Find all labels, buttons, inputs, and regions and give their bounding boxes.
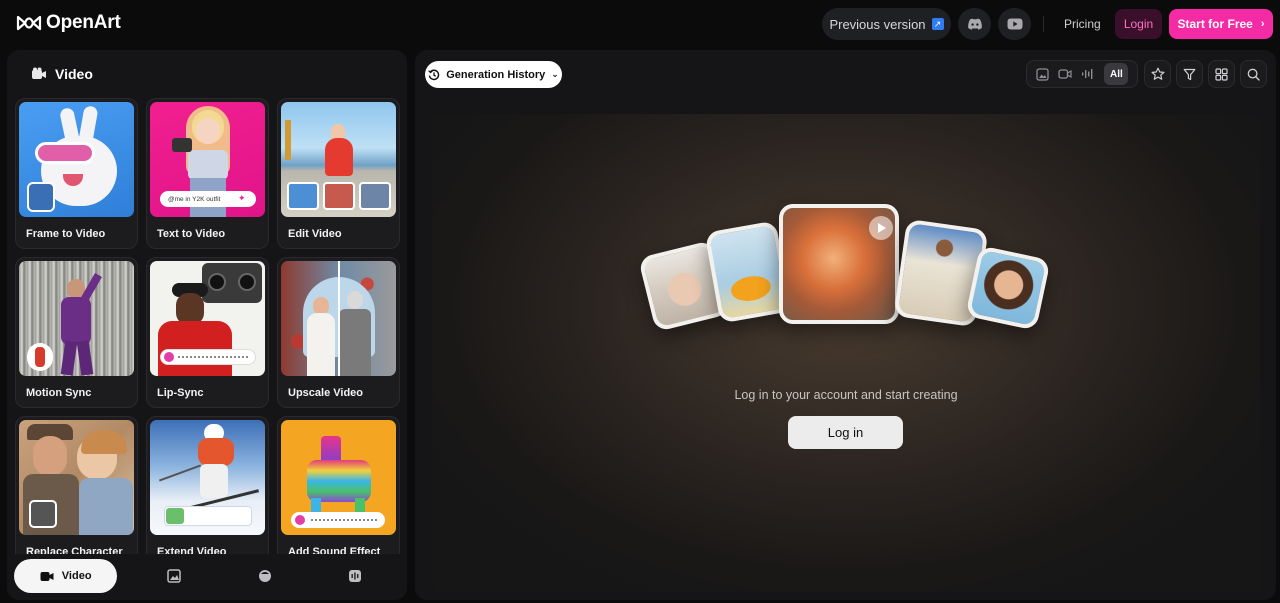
grid-view-button[interactable] [1208,60,1235,88]
tool-card-edit-video[interactable]: Edit Video [277,98,400,249]
thumbnail-y2k-girl: @me in Y2K outfit ✦ [150,102,265,217]
panel-title: Video [31,66,93,82]
logo-text: OpenArt [46,12,121,33]
search-icon [1247,68,1260,81]
discord-icon [967,18,982,30]
thumbnail-kiss [19,420,134,535]
logo-mark-icon [16,15,42,31]
youtube-icon [1007,18,1022,30]
tool-card-label: Lip-Sync [157,387,204,399]
sparkle-icon: ✦ [238,193,246,203]
header-divider [1043,16,1044,32]
thumbnail-skier [150,420,265,535]
tool-card-label: Replace Character [26,546,123,554]
header-login-button[interactable]: Login [1115,9,1162,39]
thumbnail-road-dancer [281,102,396,217]
external-link-icon: ↗ [931,18,944,30]
tab-image[interactable] [129,559,219,593]
discord-button[interactable] [958,8,991,40]
thumbnail-boombox [150,261,265,376]
chevron-down-icon: ⌄ [551,69,559,79]
start-for-free-button[interactable]: Start for Free › [1169,9,1273,39]
filter-button[interactable] [1176,60,1203,88]
media-filter-group: All [1026,60,1138,88]
panel-title-text: Video [55,66,93,82]
tool-card-label: Extend Video [157,546,227,554]
star-icon [1151,67,1164,80]
tool-card-label: Motion Sync [26,387,92,399]
tool-card-add-sound-effect[interactable]: Add Sound Effect [277,416,400,554]
tool-card-text-to-video[interactable]: @me in Y2K outfit ✦ Text to Video [146,98,269,249]
main-panel: Generation History ⌄ All Log in to your … [415,50,1276,600]
tool-card-extend-video[interactable]: Extend Video [146,416,269,554]
tab-audio[interactable] [310,559,400,593]
tool-card-label: Text to Video [157,228,226,240]
thumbnail-disco-dancer [19,261,134,376]
filter-image-icon[interactable] [1035,67,1049,81]
preview-video-thumbnail [779,204,899,324]
tab-face[interactable] [220,559,310,593]
empty-state-message: Log in to your account and start creatin… [734,388,958,402]
generation-history-label: Generation History [446,68,546,81]
search-button[interactable] [1240,60,1267,88]
tool-card-label: Frame to Video [26,228,106,240]
tool-card-frame-to-video[interactable]: Frame to Video [15,98,138,249]
tool-card-replace-character[interactable]: Replace Character [15,416,138,554]
video-icon [40,571,54,581]
previous-version-label: Previous version [829,16,926,32]
image-icon [167,569,182,583]
login-button[interactable]: Log in [788,416,903,449]
video-camera-icon [32,67,46,79]
previous-version-button[interactable]: Previous version ↗ [822,8,951,40]
filter-all-button[interactable]: All [1104,63,1129,85]
thumbnail-wedding [281,261,396,376]
tool-card-label: Edit Video [288,228,342,240]
funnel-icon [1183,68,1196,80]
preview-photo-curly-woman [965,245,1051,331]
tool-card-label: Upscale Video [288,387,363,399]
filter-audio-icon[interactable] [1081,68,1095,80]
empty-state-stage: Log in to your account and start creatin… [432,114,1260,592]
play-icon [869,216,893,240]
preview-photo-stack [432,114,1260,592]
filter-video-icon[interactable] [1058,68,1072,80]
favorites-button[interactable] [1144,60,1171,88]
tab-video-label: Video [61,570,92,582]
face-icon [258,570,271,582]
start-for-free-label: Start for Free [1177,17,1253,31]
grid-icon [1215,67,1228,81]
media-type-tabs: Video [14,557,400,595]
audio-icon [348,570,361,582]
chevron-right-icon: › [1260,18,1265,30]
tool-grid: Frame to Video @me in Y2K outfit ✦ Text … [15,98,401,554]
openart-logo[interactable]: OpenArt [16,12,121,34]
tool-card-motion-sync[interactable]: Motion Sync [15,257,138,408]
thumbnail-bunny [19,102,134,217]
tool-panel: Video Frame to Video @me in Y2K outfit ✦… [7,50,407,600]
history-icon [428,69,440,80]
tab-video[interactable]: Video [14,559,118,593]
tool-card-label: Add Sound Effect [288,546,381,554]
thumbnail-pinata [281,420,396,535]
top-bar: OpenArt Previous version ↗ Pricing Login… [0,0,1280,48]
youtube-button[interactable] [998,8,1031,40]
prompt-overlay-text: @me in Y2K outfit [168,195,221,203]
tool-card-upscale-video[interactable]: Upscale Video [277,257,400,408]
tool-card-lip-sync[interactable]: Lip-Sync [146,257,269,408]
generation-history-dropdown[interactable]: Generation History ⌄ [425,61,562,88]
pricing-link[interactable]: Pricing [1064,17,1101,31]
